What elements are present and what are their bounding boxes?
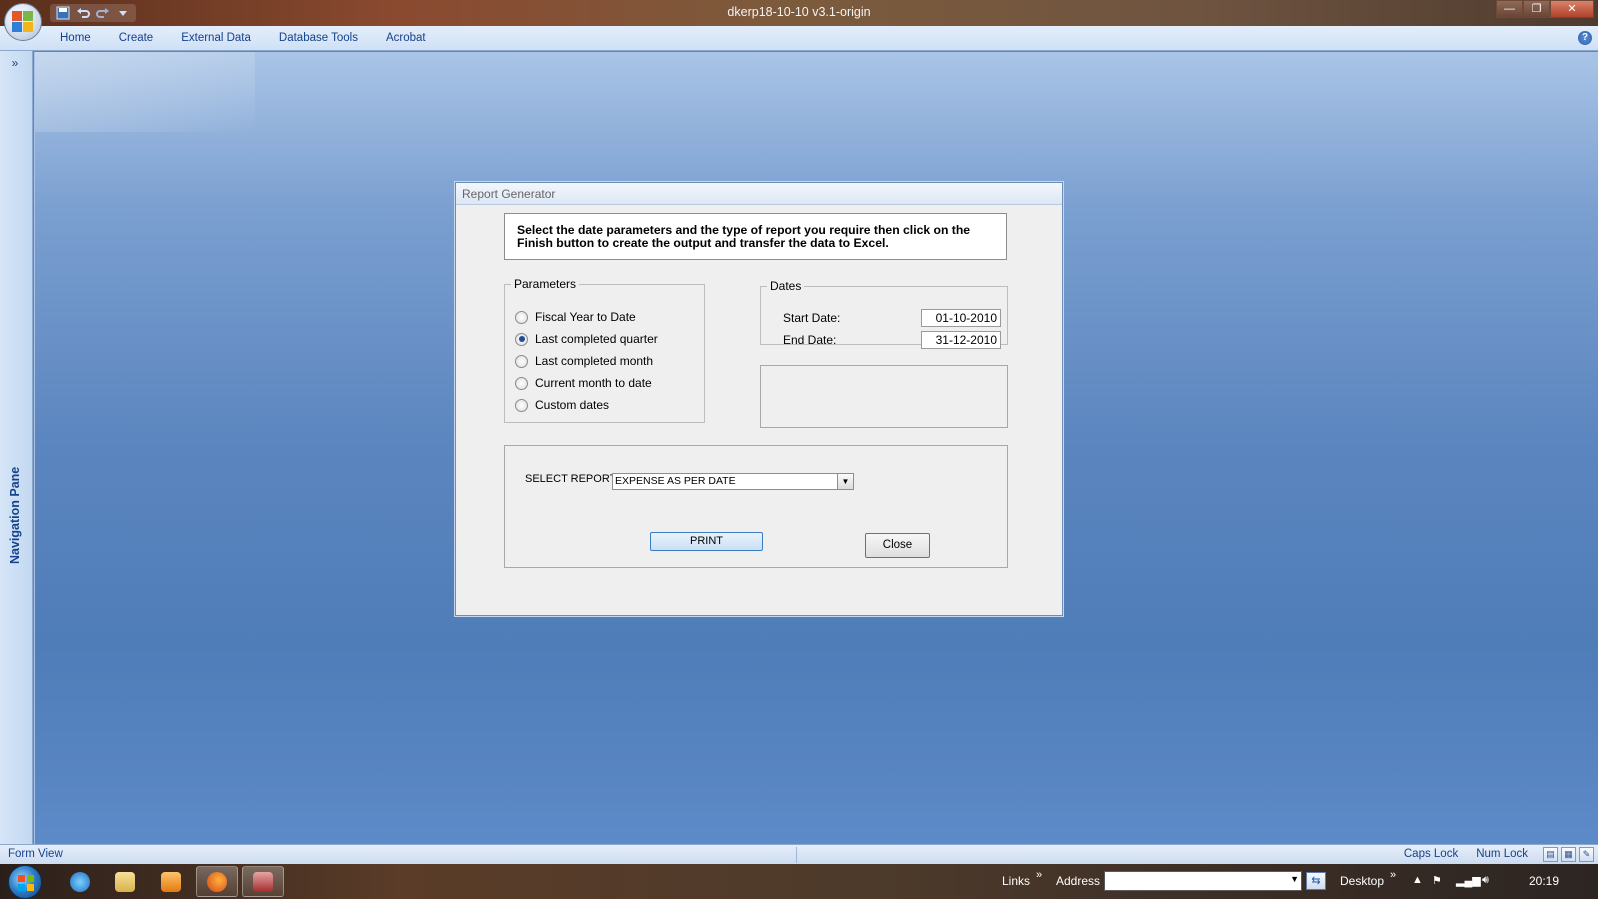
start-button[interactable] xyxy=(8,865,42,899)
start-date-row: Start Date: 01-10-2010 xyxy=(783,309,1001,327)
start-date-field[interactable]: 01-10-2010 xyxy=(921,309,1001,327)
design-view-icon[interactable]: ✎ xyxy=(1579,847,1594,862)
go-refresh-icon[interactable]: ⇆ xyxy=(1306,872,1326,890)
report-select-value: EXPENSE AS PER DATE xyxy=(615,475,736,487)
undo-icon[interactable] xyxy=(76,6,90,20)
caps-lock-indicator: Caps Lock xyxy=(1403,848,1459,860)
view-mode-status: Form View xyxy=(8,848,63,860)
taskbar-explorer[interactable] xyxy=(104,866,146,897)
radio-button[interactable] xyxy=(515,354,528,368)
radio-button[interactable] xyxy=(515,310,528,324)
form-view-icon[interactable]: ▤ xyxy=(1543,847,1558,862)
option-label: Last completed month xyxy=(535,354,654,368)
save-icon[interactable] xyxy=(56,6,70,20)
minimize-button[interactable]: — xyxy=(1496,0,1523,18)
ribbon-tab-strip: Home Create External Data Database Tools… xyxy=(0,26,1598,51)
office-logo-icon xyxy=(12,11,34,33)
chevron-down-icon[interactable]: ▼ xyxy=(837,474,853,489)
view-switcher: ▤ ▦ ✎ xyxy=(1543,847,1594,862)
links-toolbar[interactable]: Links xyxy=(1002,874,1030,888)
taskbar-access[interactable] xyxy=(242,866,284,897)
status-bar: Form View Caps Lock Num Lock ▤ ▦ ✎ xyxy=(0,844,1598,864)
window-title: dkerp18-10-10 v3.1-origin xyxy=(727,5,871,19)
access-icon xyxy=(253,871,273,892)
address-label: Address xyxy=(1056,874,1101,888)
restore-button[interactable]: ❐ xyxy=(1523,0,1550,18)
volume-icon[interactable]: 🔊︎ xyxy=(1482,874,1489,887)
datasheet-view-icon[interactable]: ▦ xyxy=(1561,847,1576,862)
report-selection-panel: SELECT REPORT EXPENSE AS PER DATE ▼ PRIN… xyxy=(504,445,1008,568)
parameters-group: Parameters Fiscal Year to Date Last comp… xyxy=(504,277,705,423)
ribbon-tabs: Home Create External Data Database Tools… xyxy=(46,26,440,51)
close-window-button[interactable]: ✕ xyxy=(1550,0,1594,18)
desktop-toolbar[interactable]: Desktop xyxy=(1340,874,1384,888)
tab-external-data[interactable]: External Data xyxy=(167,26,265,51)
tab-database-tools[interactable]: Database Tools xyxy=(265,26,372,51)
option-last-month[interactable]: Last completed month xyxy=(515,353,653,369)
quick-access-toolbar xyxy=(50,4,136,22)
redo-icon[interactable] xyxy=(96,6,110,20)
radio-button-selected[interactable] xyxy=(515,332,528,346)
help-icon[interactable]: ? xyxy=(1578,31,1592,45)
tab-acrobat[interactable]: Acrobat xyxy=(372,26,440,51)
end-date-label: End Date: xyxy=(783,333,837,347)
option-label: Custom dates xyxy=(535,398,610,412)
address-input[interactable]: ▼ xyxy=(1104,871,1302,891)
parameters-legend: Parameters xyxy=(514,277,577,291)
window-controls: — ❐ ✕ xyxy=(1496,0,1594,18)
taskbar-media-player[interactable] xyxy=(150,866,192,897)
dialog-title: Report Generator xyxy=(456,183,1062,205)
option-label: Current month to date xyxy=(535,376,652,390)
report-select[interactable]: EXPENSE AS PER DATE ▼ xyxy=(612,473,854,490)
folder-icon xyxy=(115,871,135,892)
tab-create[interactable]: Create xyxy=(105,26,168,51)
windows-logo-icon xyxy=(18,875,34,891)
chevron-down-icon[interactable]: ▼ xyxy=(1290,874,1299,884)
navigation-pane: » Navigation Pane xyxy=(0,51,33,844)
option-fiscal-year[interactable]: Fiscal Year to Date xyxy=(515,309,636,325)
taskbar: Links » Address ▼ ⇆ Desktop » ▲ ⚑ ▂▄▆ 🔊︎… xyxy=(0,864,1598,899)
show-hidden-icons-icon[interactable]: ▲ xyxy=(1412,874,1423,886)
num-lock-indicator: Num Lock xyxy=(1476,848,1528,860)
option-label: Last completed quarter xyxy=(535,332,658,346)
radio-button[interactable] xyxy=(515,376,528,390)
desktop-chevron-icon[interactable]: » xyxy=(1390,869,1396,881)
clock[interactable]: 20:19 xyxy=(1529,874,1559,888)
status-indicators: Caps Lock Num Lock xyxy=(1404,848,1528,860)
links-chevron-icon[interactable]: » xyxy=(1036,869,1042,881)
radio-button[interactable] xyxy=(515,398,528,412)
taskbar-ie[interactable] xyxy=(59,866,101,897)
option-last-quarter[interactable]: Last completed quarter xyxy=(515,331,658,347)
status-divider xyxy=(796,847,797,863)
nav-pane-label[interactable]: Navigation Pane xyxy=(8,467,22,564)
tab-home[interactable]: Home xyxy=(46,26,105,51)
network-signal-icon[interactable]: ▂▄▆ xyxy=(1456,874,1481,887)
media-player-icon xyxy=(161,871,181,892)
option-label: Fiscal Year to Date xyxy=(535,310,636,324)
print-button[interactable]: PRINT xyxy=(650,532,763,551)
close-button[interactable]: Close xyxy=(865,533,930,558)
customize-icon[interactable] xyxy=(116,6,130,20)
firefox-icon xyxy=(207,871,227,892)
taskbar-firefox[interactable] xyxy=(196,866,238,897)
end-date-field[interactable]: 31-12-2010 xyxy=(921,331,1001,349)
nav-pane-toggle-button[interactable]: » xyxy=(4,54,26,72)
internet-explorer-icon xyxy=(70,871,90,892)
instructions-text: Select the date parameters and the type … xyxy=(504,213,1007,260)
end-date-row: End Date: 31-12-2010 xyxy=(783,331,1001,349)
option-current-month[interactable]: Current month to date xyxy=(515,375,652,391)
option-custom-dates[interactable]: Custom dates xyxy=(515,397,609,413)
select-report-label: SELECT REPORT xyxy=(525,473,617,485)
report-generator-dialog: Report Generator Select the date paramet… xyxy=(455,182,1063,616)
office-button[interactable] xyxy=(4,3,42,41)
start-date-label: Start Date: xyxy=(783,311,841,325)
action-center-flag-icon[interactable]: ⚑ xyxy=(1432,874,1442,887)
dates-group: Dates Start Date: 01-10-2010 End Date: 3… xyxy=(760,279,1008,349)
dates-legend: Dates xyxy=(770,279,802,293)
title-bar: dkerp18-10-10 v3.1-origin — ❐ ✕ xyxy=(0,0,1598,26)
empty-panel xyxy=(760,365,1008,428)
